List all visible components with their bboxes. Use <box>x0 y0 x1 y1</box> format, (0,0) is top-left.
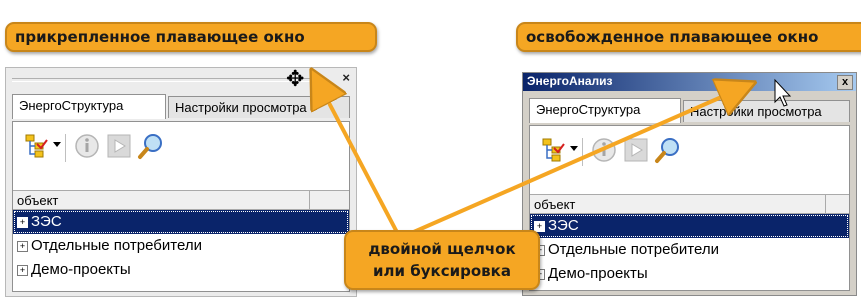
undocked-window-callout: освобожденное плавающее окно <box>516 22 861 52</box>
column-header-object[interactable]: объект <box>530 194 849 214</box>
tree-row-label: Демо-проекты <box>548 265 648 282</box>
window-title: ЭнергоАнализ <box>527 74 613 88</box>
column-divider <box>309 191 310 209</box>
tree-row-zes[interactable]: + ЗЭС <box>13 210 349 234</box>
window-titlebar[interactable]: ЭнергоАнализ x <box>523 73 856 91</box>
column-header-label: объект <box>17 193 59 208</box>
info-icon[interactable] <box>73 132 101 160</box>
tree-icon[interactable] <box>23 132 51 160</box>
action-callout: двойной щелчок или буксировка <box>344 230 540 290</box>
expand-icon[interactable]: + <box>17 241 28 252</box>
tab-content: объект + ЗЭС + Отдельные потребители + Д… <box>12 121 350 292</box>
info-icon[interactable] <box>590 136 618 164</box>
docked-window-callout: прикрепленное плавающее окно <box>5 22 377 52</box>
play-icon[interactable] <box>105 132 133 160</box>
tree-row-label: Отдельные потребители <box>548 241 719 258</box>
tree-row-label: ЗЭС <box>548 217 579 234</box>
search-icon[interactable] <box>137 132 165 160</box>
close-icon[interactable]: x <box>837 75 853 90</box>
search-icon[interactable] <box>654 136 682 164</box>
panel-grip-bar[interactable]: ✥ × <box>6 68 356 90</box>
tab-strip: ЭнергоСтруктура Настройки просмотра <box>12 94 350 120</box>
tab-energostruktura[interactable]: ЭнергоСтруктура <box>12 94 166 119</box>
tree-row-label: ЗЭС <box>31 213 62 230</box>
tree-row-consumers[interactable]: + Отдельные потребители <box>13 234 349 258</box>
tab-view-settings[interactable]: Настройки просмотра <box>683 100 850 122</box>
tab-strip: ЭнергоСтруктура Настройки просмотра <box>529 98 850 124</box>
dropdown-arrow-icon[interactable] <box>53 142 61 147</box>
object-grid: объект + ЗЭС + Отдельные потребители + Д… <box>13 190 349 282</box>
tab-view-settings[interactable]: Настройки просмотра <box>168 96 350 118</box>
expand-icon[interactable]: + <box>17 217 28 228</box>
column-header-label: объект <box>534 197 576 212</box>
tree-row-zes[interactable]: + ЗЭС <box>530 214 849 238</box>
object-grid: объект + ЗЭС + Отдельные потребители + Д… <box>530 194 849 286</box>
tree-row-demo-projects[interactable]: + Демо-проекты <box>13 258 349 282</box>
grip-line <box>12 78 326 82</box>
action-line-1: двойной щелчок <box>368 240 516 258</box>
tab-content: объект + ЗЭС + Отдельные потребители + Д… <box>529 125 850 291</box>
close-icon[interactable]: × <box>342 70 350 85</box>
tree-row-consumers[interactable]: + Отдельные потребители <box>530 238 849 262</box>
undocked-floating-window: ЭнергоАнализ x ЭнергоСтруктура Настройки… <box>522 72 857 296</box>
expand-icon[interactable]: + <box>17 265 28 276</box>
tree-row-label: Отдельные потребители <box>31 237 202 254</box>
tree-row-label: Демо-проекты <box>31 261 131 278</box>
toolbar-separator <box>582 138 583 166</box>
dropdown-arrow-icon[interactable] <box>570 146 578 151</box>
move-cursor-icon: ✥ <box>286 66 305 91</box>
action-line-2: или буксировка <box>373 262 511 280</box>
tree-row-demo-projects[interactable]: + Демо-проекты <box>530 262 849 286</box>
column-divider <box>825 195 826 213</box>
play-icon[interactable] <box>622 136 650 164</box>
toolbar-separator <box>65 134 66 162</box>
tab-energostruktura[interactable]: ЭнергоСтруктура <box>529 98 681 123</box>
docked-floating-panel: ✥ × ЭнергоСтруктура Настройки просмотра <box>5 67 357 297</box>
tree-icon[interactable] <box>540 136 568 164</box>
column-header-object[interactable]: объект <box>13 190 349 210</box>
